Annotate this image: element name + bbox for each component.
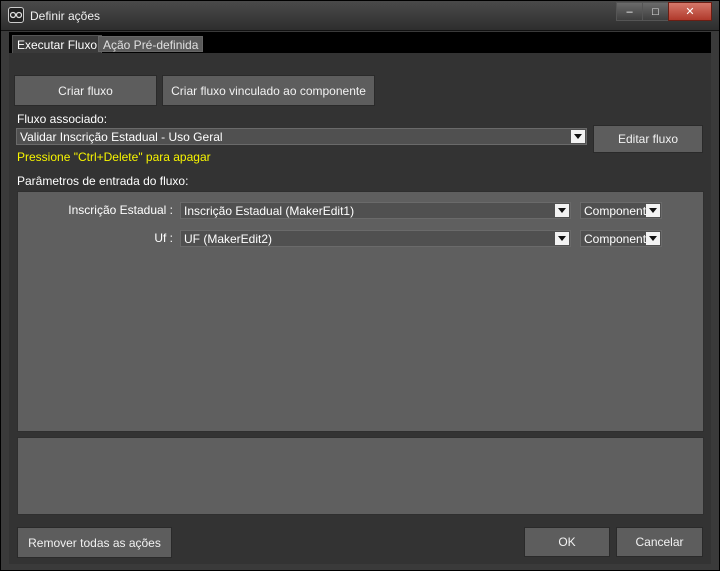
chevron-down-icon[interactable] <box>646 204 660 217</box>
remove-all-actions-button[interactable]: Remover todas as ações <box>17 527 172 558</box>
param-name-inscricao: Inscrição Estadual : <box>68 203 173 217</box>
close-button[interactable]: ✕ <box>668 2 712 21</box>
tab-executar-fluxo[interactable]: Executar Fluxo <box>12 35 103 53</box>
param-type-uf: Componente <box>584 232 646 246</box>
dialog-window: Definir ações – □ ✕ Executar Fluxo Ação … <box>0 0 720 571</box>
chevron-down-icon[interactable] <box>646 232 660 245</box>
app-logo-icon <box>8 7 24 23</box>
tab-bar: Executar Fluxo Ação Pré-definida <box>9 32 711 53</box>
close-icon: ✕ <box>685 6 695 18</box>
flow-select[interactable]: Validar Inscrição Estadual - Uso Geral <box>16 128 587 145</box>
flow-select-value: Validar Inscrição Estadual - Uso Geral <box>20 130 223 144</box>
maximize-button[interactable]: □ <box>642 2 669 21</box>
param-type-select-uf[interactable]: Componente <box>580 230 662 247</box>
param-type-inscricao: Componente <box>584 204 646 218</box>
params-label: Parâmetros de entrada do fluxo: <box>17 174 189 188</box>
param-value-select-uf[interactable]: UF (MakerEdit2) <box>180 230 571 247</box>
delete-hint: Pressione "Ctrl+Delete" para apagar <box>17 150 211 164</box>
param-name-uf: Uf : <box>154 231 173 245</box>
minimize-icon: – <box>626 5 633 18</box>
create-linked-flow-button[interactable]: Criar fluxo vinculado ao componente <box>162 75 375 106</box>
cancel-button[interactable]: Cancelar <box>616 527 703 557</box>
param-value-select-inscricao[interactable]: Inscrição Estadual (MakerEdit1) <box>180 202 571 219</box>
maximize-icon: □ <box>652 5 659 18</box>
params-panel <box>17 191 704 432</box>
window-controls: – □ ✕ <box>616 2 712 21</box>
minimize-button[interactable]: – <box>616 2 643 21</box>
title-bar[interactable]: Definir ações – □ ✕ <box>1 1 719 31</box>
param-value-uf: UF (MakerEdit2) <box>184 232 273 246</box>
tab-acao-predefinida[interactable]: Ação Pré-definida <box>98 36 204 52</box>
param-type-select-inscricao[interactable]: Componente <box>580 202 662 219</box>
chevron-down-icon[interactable] <box>571 130 585 143</box>
edit-flow-button[interactable]: Editar fluxo <box>593 125 703 153</box>
chevron-down-icon[interactable] <box>555 232 569 245</box>
flow-label: Fluxo associado: <box>17 112 108 126</box>
description-panel <box>17 437 704 515</box>
param-value-inscricao: Inscrição Estadual (MakerEdit1) <box>184 204 355 218</box>
window-title: Definir ações <box>30 9 101 23</box>
chevron-down-icon[interactable] <box>555 204 569 217</box>
ok-button[interactable]: OK <box>524 527 610 557</box>
create-flow-button[interactable]: Criar fluxo <box>14 75 157 106</box>
